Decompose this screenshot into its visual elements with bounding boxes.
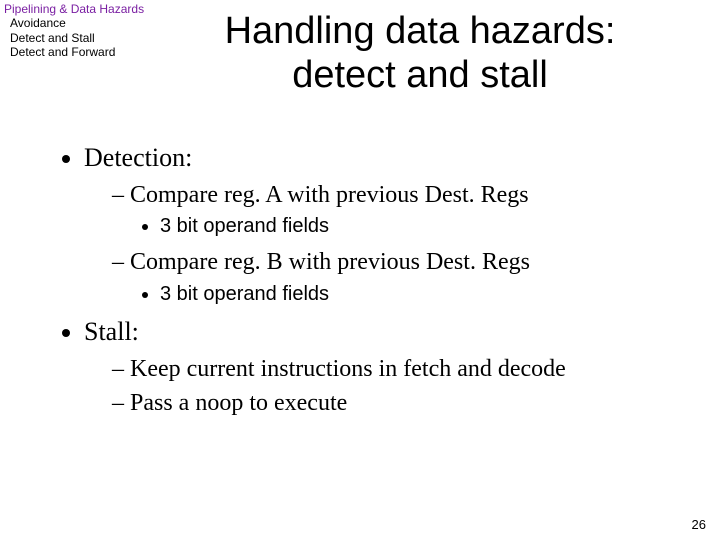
title-line-2: detect and stall bbox=[292, 54, 548, 96]
page-number: 26 bbox=[692, 517, 706, 532]
detection-regb-detail-list: 3 bit operand fields bbox=[112, 281, 670, 308]
stall-sub-noop: Pass a noop to execute bbox=[112, 387, 670, 419]
bullet-detection-label: Detection: bbox=[84, 143, 192, 172]
detection-sub-regb: Compare reg. B with previous Dest. Regs … bbox=[112, 246, 670, 307]
title-line-1: Handling data hazards: bbox=[225, 10, 616, 52]
detection-sub-rega-text: Compare reg. A with previous Dest. Regs bbox=[130, 182, 529, 208]
detection-sub-regb-text: Compare reg. B with previous Dest. Regs bbox=[130, 249, 530, 275]
stall-sub-noop-text: Pass a noop to execute bbox=[130, 390, 347, 416]
detection-sublist: Compare reg. A with previous Dest. Regs … bbox=[84, 179, 670, 308]
bullet-detection: Detection: Compare reg. A with previous … bbox=[84, 140, 670, 308]
breadcrumb-topic: Pipelining & Data Hazards bbox=[4, 2, 144, 16]
breadcrumb-item-avoidance: Avoidance bbox=[4, 16, 144, 30]
stall-sub-keep: Keep current instructions in fetch and d… bbox=[112, 353, 670, 385]
slide: Pipelining & Data Hazards Avoidance Dete… bbox=[0, 0, 720, 540]
stall-sub-keep-text: Keep current instructions in fetch and d… bbox=[130, 356, 566, 382]
slide-title: Handling data hazards: detect and stall bbox=[160, 10, 680, 97]
detection-sub-rega: Compare reg. A with previous Dest. Regs … bbox=[112, 179, 670, 240]
breadcrumb: Pipelining & Data Hazards Avoidance Dete… bbox=[4, 2, 144, 60]
slide-body: Detection: Compare reg. A with previous … bbox=[60, 140, 670, 426]
detection-regb-detail: 3 bit operand fields bbox=[160, 281, 670, 308]
breadcrumb-item-detect-forward: Detect and Forward bbox=[4, 45, 144, 59]
detection-rega-detail: 3 bit operand fields bbox=[160, 213, 670, 240]
bullet-stall: Stall: Keep current instructions in fetc… bbox=[84, 314, 670, 420]
bullet-list: Detection: Compare reg. A with previous … bbox=[60, 140, 670, 420]
detection-rega-detail-list: 3 bit operand fields bbox=[112, 213, 670, 240]
stall-sublist: Keep current instructions in fetch and d… bbox=[84, 353, 670, 420]
bullet-stall-label: Stall: bbox=[84, 317, 139, 346]
breadcrumb-item-detect-stall: Detect and Stall bbox=[4, 31, 144, 45]
